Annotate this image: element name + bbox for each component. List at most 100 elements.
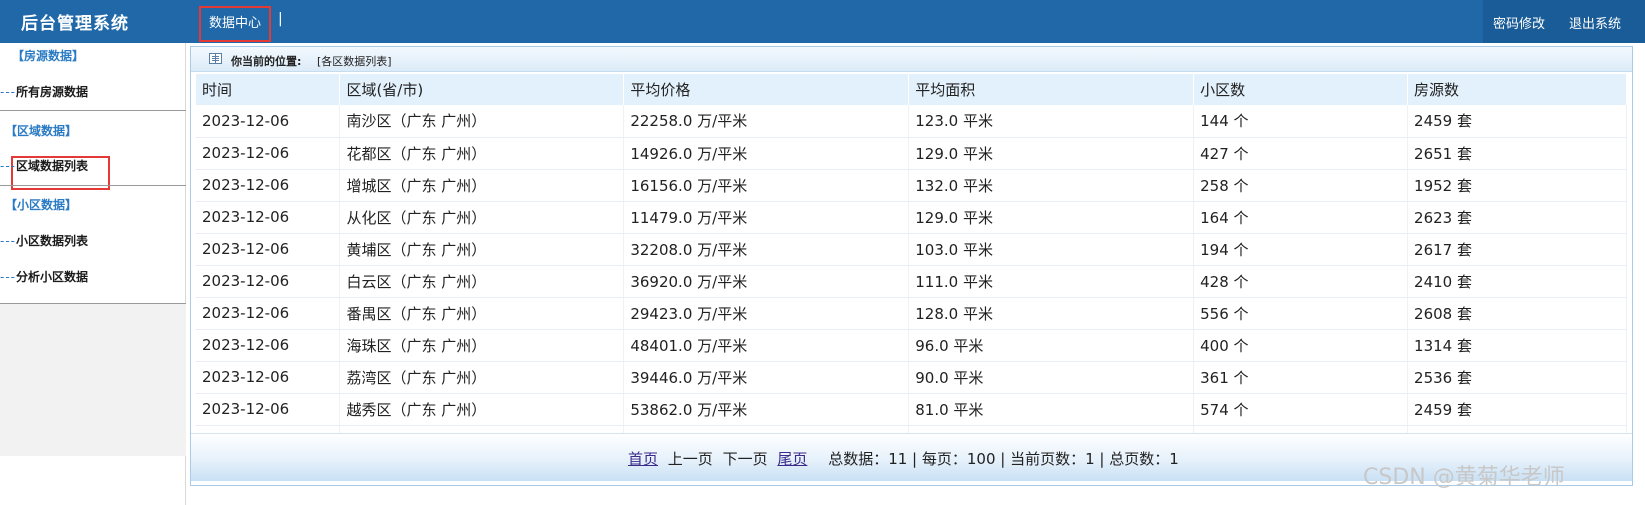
- top-actions: 密码修改 退出系统: [1483, 0, 1645, 43]
- region-data-table: 时间 区域(省/市) 平均价格 平均面积 小区数 房源数 2023-12-06 南…: [196, 74, 1627, 458]
- sidebar-divider: [0, 110, 186, 111]
- cell-community-count: 428 个: [1193, 265, 1409, 298]
- cell-region: 海珠区（广东 广州）: [339, 329, 625, 362]
- cell-region: 增城区（广东 广州）: [339, 169, 625, 202]
- sidebar-divider: [0, 185, 186, 186]
- table-row: 2023-12-06 黄埔区（广东 广州） 32208.0 万/平米 103.0 平米…: [196, 233, 1627, 266]
- cell-avg-area: 111.0 平米: [908, 265, 1195, 298]
- column-header-avg-area: 平均面积: [908, 74, 1195, 105]
- cell-house-count: 2459 套: [1407, 105, 1627, 138]
- cell-avg-area: 132.0 平米: [908, 169, 1195, 202]
- cell-house-count: 2651 套: [1407, 137, 1627, 170]
- sidebar-empty-area: [0, 304, 186, 456]
- cell-avg-price: 29423.0 万/平米: [623, 297, 910, 330]
- cell-time: 2023-12-06: [196, 361, 341, 394]
- cell-house-count: 1952 套: [1407, 169, 1627, 202]
- cell-avg-price: 32208.0 万/平米: [623, 233, 910, 266]
- cell-time: 2023-12-06: [196, 265, 341, 298]
- top-bar: 后台管理系统 数据中心 | 密码修改 退出系统: [0, 0, 1645, 43]
- cell-house-count: 1314 套: [1407, 329, 1627, 362]
- sidebar-item-label: 分析小区数据: [16, 270, 89, 284]
- table-row: 2023-12-06 南沙区（广东 广州） 22258.0 万/平米 123.0 平米…: [196, 105, 1627, 138]
- table-row: 2023-12-06 海珠区（广东 广州） 48401.0 万/平米 96.0 平米 4…: [196, 329, 1627, 362]
- cell-house-count: 2536 套: [1407, 361, 1627, 394]
- cell-time: 2023-12-06: [196, 169, 341, 202]
- first-page-link[interactable]: 首页: [628, 450, 658, 468]
- table-row: 2023-12-06 越秀区（广东 广州） 53862.0 万/平米 81.0 平米 5…: [196, 393, 1627, 426]
- cell-avg-price: 48401.0 万/平米: [623, 329, 910, 362]
- last-page-link[interactable]: 尾页: [777, 450, 807, 468]
- sidebar-group-community[interactable]: 【小区数据】: [5, 196, 77, 213]
- sidebar-item-dash: ---: [0, 85, 16, 99]
- sidebar-item-community-analysis[interactable]: ---分析小区数据: [0, 268, 88, 285]
- sidebar-group-house[interactable]: 【房源数据】: [12, 47, 84, 64]
- location-label: 你当前的位置:: [231, 55, 302, 68]
- cell-house-count: 2459 套: [1407, 393, 1627, 426]
- prev-page-link[interactable]: 上一页: [668, 450, 713, 468]
- cell-time: 2023-12-06: [196, 393, 341, 426]
- sidebar-item-dash: ---: [0, 270, 16, 284]
- sidebar-item-label: 小区数据列表: [16, 234, 89, 248]
- sidebar-item-label: 所有房源数据: [16, 85, 89, 99]
- table-row: 2023-12-06 花都区（广东 广州） 14926.0 万/平米 129.0 平米…: [196, 137, 1627, 170]
- cell-region: 白云区（广东 广州）: [339, 265, 625, 298]
- location-icon: [209, 53, 222, 64]
- cell-house-count: 2617 套: [1407, 233, 1627, 266]
- cell-community-count: 164 个: [1193, 201, 1409, 234]
- cell-avg-area: 103.0 平米: [908, 233, 1195, 266]
- cell-avg-price: 36920.0 万/平米: [623, 265, 910, 298]
- cell-avg-area: 129.0 平米: [908, 201, 1195, 234]
- cell-community-count: 144 个: [1193, 105, 1409, 138]
- cell-avg-price: 22258.0 万/平米: [623, 105, 910, 138]
- cell-community-count: 574 个: [1193, 393, 1409, 426]
- sidebar-group-region[interactable]: 【区域数据】: [5, 122, 77, 139]
- cell-avg-price: 11479.0 万/平米: [623, 201, 910, 234]
- cell-community-count: 400 个: [1193, 329, 1409, 362]
- watermark: CSDN @黄菊华老师: [1363, 465, 1565, 490]
- sidebar-item-dash: ---: [0, 234, 16, 248]
- sidebar-item-all-house[interactable]: ---所有房源数据: [0, 83, 88, 100]
- change-password-link[interactable]: 密码修改: [1493, 13, 1545, 32]
- cell-time: 2023-12-06: [196, 105, 341, 138]
- content-panel: 你当前的位置: [各区数据列表] 时间 区域(省/市) 平均价格 平均面积 小区…: [190, 46, 1633, 486]
- nav-separator: |: [278, 11, 283, 27]
- cell-avg-price: 39446.0 万/平米: [623, 361, 910, 394]
- cell-time: 2023-12-06: [196, 201, 341, 234]
- cell-avg-price: 14926.0 万/平米: [623, 137, 910, 170]
- cell-avg-price: 53862.0 万/平米: [623, 393, 910, 426]
- app-title: 后台管理系统: [21, 14, 129, 34]
- nav-data-center[interactable]: 数据中心: [199, 6, 271, 42]
- sidebar-item-label: 区域数据列表: [16, 159, 89, 173]
- cell-time: 2023-12-06: [196, 137, 341, 170]
- sidebar: 【房源数据】 ---所有房源数据 【区域数据】 ---区域数据列表 【小区数据】…: [0, 43, 186, 505]
- table-row: 2023-12-06 荔湾区（广东 广州） 39446.0 万/平米 90.0 平米 3…: [196, 361, 1627, 394]
- cell-avg-area: 123.0 平米: [908, 105, 1195, 138]
- cell-region: 越秀区（广东 广州）: [339, 393, 625, 426]
- table-body: 2023-12-06 南沙区（广东 广州） 22258.0 万/平米 123.0 平米…: [196, 105, 1627, 458]
- cell-region: 南沙区（广东 广州）: [339, 105, 625, 138]
- pagination: 首页 上一页 下一页 尾页 总数据：11 | 每页：100 | 当前页数：1 |…: [628, 448, 1179, 469]
- cell-community-count: 194 个: [1193, 233, 1409, 266]
- cell-community-count: 556 个: [1193, 297, 1409, 330]
- cell-house-count: 2608 套: [1407, 297, 1627, 330]
- next-page-link[interactable]: 下一页: [723, 450, 768, 468]
- cell-avg-area: 96.0 平米: [908, 329, 1195, 362]
- cell-avg-area: 81.0 平米: [908, 393, 1195, 426]
- cell-community-count: 258 个: [1193, 169, 1409, 202]
- column-header-avg-price: 平均价格: [623, 74, 910, 105]
- cell-region: 从化区（广东 广州）: [339, 201, 625, 234]
- column-header-region: 区域(省/市): [339, 74, 625, 105]
- sidebar-item-region-list[interactable]: ---区域数据列表: [0, 157, 88, 174]
- pagination-stats: 总数据：11 | 每页：100 | 当前页数：1 | 总页数：1: [828, 450, 1179, 468]
- logout-link[interactable]: 退出系统: [1569, 13, 1621, 32]
- location-bar: 你当前的位置: [各区数据列表]: [191, 47, 1632, 72]
- cell-avg-area: 129.0 平米: [908, 137, 1195, 170]
- cell-time: 2023-12-06: [196, 297, 341, 330]
- table-row: 2023-12-06 增城区（广东 广州） 16156.0 万/平米 132.0 平米…: [196, 169, 1627, 202]
- table-header-row: 时间 区域(省/市) 平均价格 平均面积 小区数 房源数: [196, 74, 1627, 105]
- sidebar-item-dash: ---: [0, 159, 16, 173]
- sidebar-item-community-list[interactable]: ---小区数据列表: [0, 232, 88, 249]
- location-value: [各区数据列表]: [317, 55, 392, 68]
- cell-community-count: 427 个: [1193, 137, 1409, 170]
- column-header-time: 时间: [196, 74, 341, 105]
